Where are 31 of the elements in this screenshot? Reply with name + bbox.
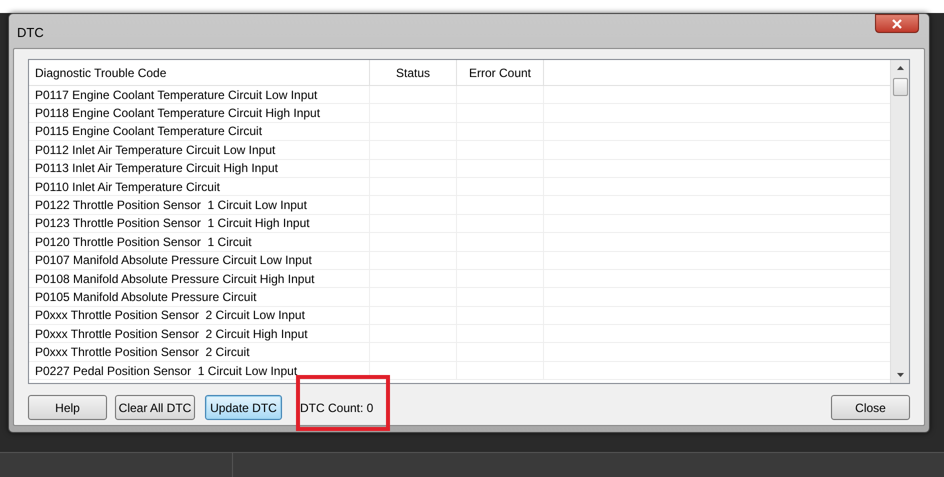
dtc-code-cell[interactable]: P0107 Manifold Absolute Pressure Circuit Low Input	[29, 254, 312, 266]
dtc-code-cell[interactable]: P0123 Throttle Position Sensor 1 Circuit High Input	[29, 217, 310, 230]
close-dialog-button[interactable]: Close	[831, 395, 910, 420]
dtc-code-cell[interactable]: P0xxx Throttle Position Sensor 2 Circuit Low Input	[29, 309, 305, 322]
dtc-code-cell[interactable]: P0112 Inlet Air Temperature Circuit Low Input	[29, 144, 276, 156]
dtc-code-cell[interactable]: P0xxx Throttle Position Sensor 2 Circuit	[29, 346, 250, 358]
dtc-code-cell[interactable]: P0115 Engine Coolant Temperature Circuit	[29, 125, 262, 138]
dtc-code-cell[interactable]: P0113 Inlet Air Temperature Circuit High Input	[29, 162, 278, 174]
scroll-thumb[interactable]	[892, 78, 908, 96]
dtc-code-cell[interactable]: P0110 Inlet Air Temperature Circuit	[29, 180, 220, 193]
column-header[interactable]: Status	[370, 60, 457, 85]
dtc-code-cell[interactable]: P0xxx Throttle Position Sensor 2 Circuit High Input	[29, 328, 308, 340]
dtc-count-label: DTC Count: 0	[300, 400, 374, 416]
column-header[interactable]: Error Count	[457, 60, 544, 85]
column-header[interactable]: Diagnostic Trouble Code	[29, 60, 370, 85]
action-button[interactable]: Update DTC	[205, 395, 282, 420]
scroll-up-icon[interactable]	[896, 66, 904, 70]
action-button[interactable]: Help	[28, 395, 107, 420]
action-button[interactable]: Clear All DTC	[115, 395, 195, 420]
close-icon	[892, 18, 902, 28]
dtc-code-cell[interactable]: P0227 Pedal Position Sensor 1 Circuit Low Input	[29, 364, 298, 377]
dtc-code-cell[interactable]: P0122 Throttle Position Sensor 1 Circuit Low Input	[29, 199, 307, 212]
close-button[interactable]	[875, 14, 919, 33]
dtc-code-cell[interactable]: P0117 Engine Coolant Temperature Circuit Low Input	[29, 88, 318, 101]
window-title: DTC	[17, 24, 44, 42]
scroll-down-icon[interactable]	[896, 373, 904, 377]
dtc-code-cell[interactable]: P0118 Engine Coolant Temperature Circuit High Input	[29, 107, 320, 120]
dtc-code-cell[interactable]: P0108 Manifold Absolute Pressure Circuit High Input	[29, 272, 314, 285]
dtc-code-cell[interactable]: P0120 Throttle Position Sensor 1 Circuit	[29, 236, 252, 248]
dtc-code-cell[interactable]: P0105 Manifold Absolute Pressure Circuit	[29, 290, 256, 303]
scrollbar[interactable]	[890, 60, 909, 383]
